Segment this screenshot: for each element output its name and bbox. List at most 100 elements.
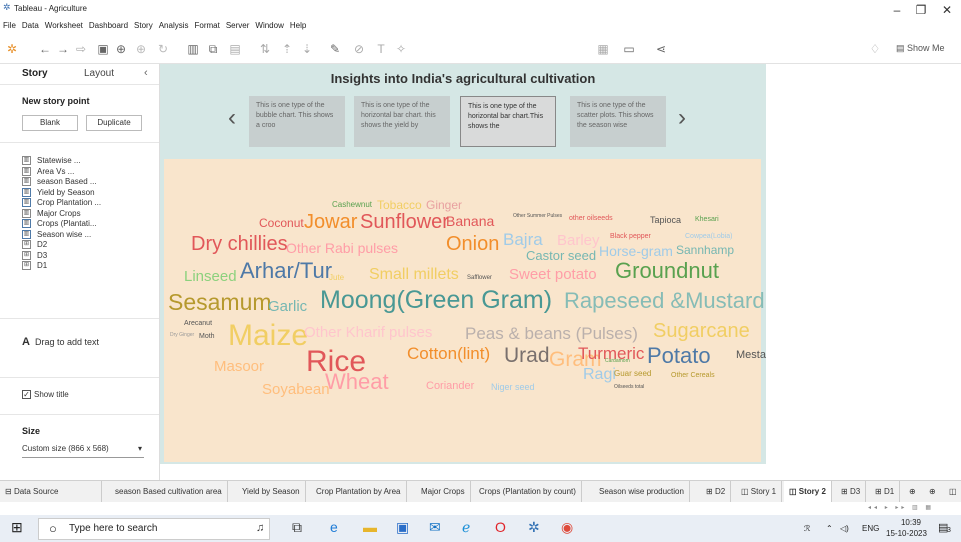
word-cloud-crop[interactable]: Oilseeds total [614,385,644,390]
tab-story[interactable]: Story [18,68,52,84]
word-cloud-crop[interactable]: Banana [446,214,494,228]
word-cloud-crop[interactable]: Barley [557,233,600,248]
tab-season-based[interactable]: season Based cultivation area [110,481,228,502]
tooltip-icon[interactable]: ▭ [622,42,636,56]
windows-start-icon[interactable]: ⊞ [11,519,23,536]
menu-data[interactable]: Data [19,21,42,30]
new-worksheet-tab-icon[interactable]: ⊕ [904,481,921,502]
microsoft-store-icon[interactable]: ▣ [396,519,409,536]
new-datasource-icon[interactable]: ⊕ [114,42,128,56]
word-cloud-crop[interactable]: Potato [647,345,711,367]
tab-crops-plantation[interactable]: Crops (Plantation by count) [474,481,582,502]
internet-explorer-icon[interactable]: ℯ [462,519,470,536]
tab-yield-by-season[interactable]: Yield by Season [237,481,306,502]
word-cloud-crop[interactable]: Moong(Green Gram) [320,288,552,313]
labels-icon[interactable]: T [374,42,388,56]
word-cloud-crop[interactable]: Dry chillies [191,234,288,254]
menu-help[interactable]: Help [287,21,309,30]
word-cloud-crop[interactable]: Onion [446,234,499,254]
lightbulb-icon[interactable]: ♢ [868,42,882,56]
word-cloud-crop[interactable]: Rapeseed &Mustard [564,290,765,312]
word-cloud-crop[interactable]: Other Kharif pulses [304,325,432,340]
sort-ascending-icon[interactable]: ⇡ [280,42,294,56]
story-point-1[interactable]: This is one type of the bubble chart. Th… [249,96,345,147]
word-cloud-crop[interactable]: Cardamom [605,359,630,364]
volume-icon[interactable]: ◁) [840,524,849,533]
drag-to-add-text[interactable]: A Drag to add text [22,336,99,348]
word-cloud-crop[interactable]: Safflower [467,275,492,281]
tab-scroll-icons[interactable]: ◂◂ ▸ ▸▸ ▥ ▦ [868,504,934,511]
word-cloud-crop[interactable]: Jute [329,274,344,282]
word-cloud-crop[interactable]: Sunflower [360,212,449,232]
word-cloud-crop[interactable]: Cashewnut [332,201,372,209]
file-explorer-icon[interactable]: ▬ [363,519,377,535]
word-cloud-crop[interactable]: Khesari [695,216,719,223]
word-cloud-crop[interactable]: Urad [504,345,550,366]
sheet-list-item[interactable]: ▥ Major Crops [22,209,81,220]
menu-analysis[interactable]: Analysis [156,21,192,30]
word-cloud-crop[interactable]: Cowpea(Lobia) [685,233,732,240]
maximize-button[interactable]: ❐ [911,3,931,17]
swap-icon[interactable]: ⇅ [258,42,272,56]
sheet-list-item[interactable]: ▥ season Based ... [22,177,97,188]
new-story-tab-icon[interactable]: ◫ [944,481,961,502]
word-cloud-crop[interactable]: Masoor [214,359,264,374]
word-cloud-crop[interactable]: Tobacco [377,199,422,211]
language-indicator[interactable]: ENG [862,524,879,533]
tab-d1[interactable]: ⊞ D1 [870,481,901,502]
word-cloud-crop[interactable]: Other Cereals [671,372,715,379]
chrome-browser-icon[interactable]: ◉ [561,519,573,536]
word-cloud-crop[interactable]: Other Summer Pulses [513,214,562,219]
word-cloud-crop[interactable]: Sannhamp [676,244,734,256]
sheet-list-item[interactable]: ⊞ D2 [22,240,47,251]
tab-layout[interactable]: Layout [80,68,118,84]
sort-descending-icon[interactable]: ⇣ [300,42,314,56]
story-point-4[interactable]: This is one type of the scatter plots. T… [570,96,666,147]
sheet-list-item[interactable]: ▥ Season wise ... [22,230,91,241]
word-cloud-crop[interactable]: Mesta [736,350,766,361]
refresh-icon[interactable]: ↻ [156,42,170,56]
previous-story-point-icon[interactable]: ‹ [228,104,236,132]
tab-d3[interactable]: ⊞ D3 [836,481,867,502]
show-me-button[interactable]: ▤ Show Me [896,43,945,54]
new-sheet-icon[interactable]: ⊕ [134,42,148,56]
task-view-icon[interactable]: ⧉ [292,519,302,536]
tableau-home-icon[interactable]: ✲ [5,42,19,56]
word-cloud-crop[interactable]: Sweet potato [509,267,597,282]
tab-d2[interactable]: ⊞ D2 [701,481,732,502]
mail-icon[interactable]: ✉ [429,519,441,536]
minimize-button[interactable]: – [887,3,907,17]
clock-date[interactable]: 15-10-2023 [886,529,927,538]
word-cloud-crop[interactable]: Horse-gram [599,244,673,258]
next-story-point-icon[interactable]: › [678,104,686,132]
sheet-list-item[interactable]: ▥ Crop Plantation ... [22,198,101,209]
tab-story-1[interactable]: ◫ Story 1 [736,481,783,502]
sheet-list-item[interactable]: ▥ Statewise ... [22,156,81,167]
word-cloud-crop[interactable]: Guar seed [614,370,651,378]
word-cloud-crop[interactable]: Small millets [369,267,459,283]
size-dropdown[interactable]: Custom size (866 x 568) ▾ [22,444,144,458]
close-button[interactable]: ✕ [937,3,957,17]
menu-story[interactable]: Story [131,21,156,30]
word-cloud-crop[interactable]: Ginger [426,199,462,211]
redo-icon[interactable]: ⇨ [74,42,88,56]
clear-sheet-icon[interactable]: ▤ [228,42,242,56]
word-cloud-crop[interactable]: Sugarcane [653,321,750,341]
blank-button[interactable]: Blank [22,115,78,131]
opera-browser-icon[interactable]: O [495,519,506,535]
word-cloud-crop[interactable]: Coriander [426,381,474,392]
word-cloud-crop[interactable]: Ragi [583,367,616,383]
word-cloud-crop[interactable]: Soyabean [262,382,330,397]
story-point-2[interactable]: This is one type of the horizontal bar c… [354,96,450,147]
word-cloud-crop[interactable]: Peas & beans (Pulses) [465,325,638,342]
back-icon[interactable]: ← [38,42,52,56]
word-cloud-crop[interactable]: Maize [228,321,308,351]
sheet-list-item[interactable]: ▥ Area Vs ... [22,167,74,178]
menu-dashboard[interactable]: Dashboard [86,21,131,30]
sheet-list-item[interactable]: ▥ Yield by Season [22,188,95,199]
tab-data-source[interactable]: ⊟ Data Source [0,481,102,502]
collapse-panel-icon[interactable]: ‹ [144,67,148,79]
highlight-icon[interactable]: ✎ [328,42,342,56]
word-cloud-crop[interactable]: Bajra [503,231,543,248]
menu-worksheet[interactable]: Worksheet [42,21,86,30]
